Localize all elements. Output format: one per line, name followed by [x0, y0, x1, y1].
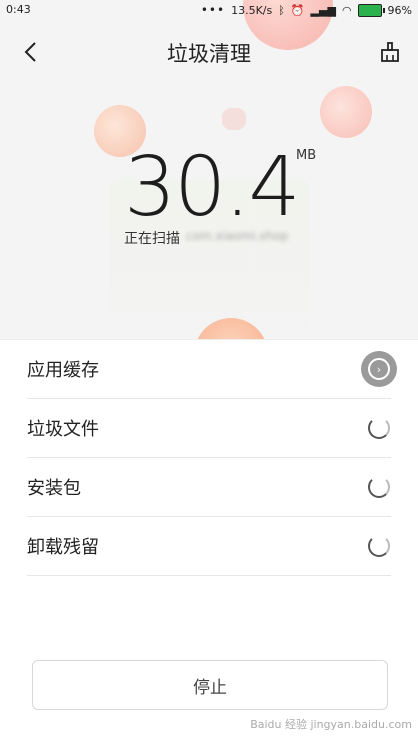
- chevron-right-circle-icon: ›: [361, 351, 397, 387]
- list-item-label: 安装包: [27, 478, 81, 499]
- list-item-uninstall-residue[interactable]: 卸载残留: [27, 517, 391, 576]
- bluetooth-icon: ᛒ: [278, 3, 285, 17]
- list-item-app-cache[interactable]: 应用缓存 ›: [27, 340, 397, 399]
- scan-current-path: com.xiaomi.shop: [186, 229, 289, 243]
- scanned-size-value: 30.4: [124, 140, 301, 235]
- signal-icon: ▂▄▆: [310, 3, 336, 17]
- scan-status-label: 正在扫描: [124, 231, 180, 247]
- broom-icon: [381, 42, 399, 62]
- more-dots-icon: •••: [200, 3, 226, 17]
- watermark: Baidu 经验 jingyan.baidu.com: [250, 718, 412, 731]
- alarm-icon: ⏰: [290, 3, 305, 17]
- battery-percent: 96%: [387, 3, 412, 17]
- list-item-install-packages[interactable]: 安装包: [27, 458, 391, 517]
- wifi-icon: ◠: [341, 3, 352, 17]
- loading-spinner-icon: [361, 528, 397, 564]
- page-title: 垃圾清理: [167, 42, 251, 66]
- scanned-size-unit: MB: [296, 148, 317, 163]
- expand-button[interactable]: ›: [361, 351, 397, 387]
- battery-icon: [357, 3, 385, 17]
- list-item-label: 垃圾文件: [27, 419, 99, 440]
- decor-bubble: [320, 86, 372, 138]
- title-bar: 垃圾清理: [0, 30, 418, 74]
- stop-button[interactable]: 停止: [32, 660, 388, 710]
- decor-bubble: [222, 108, 246, 130]
- loading-spinner-icon: [361, 410, 397, 446]
- clean-button[interactable]: [378, 40, 402, 64]
- list-item-label: 卸载残留: [27, 537, 99, 558]
- network-speed: 13.5K/s: [231, 3, 273, 17]
- status-time: 0:43: [6, 3, 31, 16]
- list-item-label: 应用缓存: [27, 360, 99, 381]
- status-bar: 0:43 ••• 13.5K/s ᛒ ⏰ ▂▄▆ ◠ 96%: [0, 0, 418, 22]
- list-item-junk-files[interactable]: 垃圾文件: [27, 399, 391, 458]
- loading-spinner-icon: [361, 469, 397, 505]
